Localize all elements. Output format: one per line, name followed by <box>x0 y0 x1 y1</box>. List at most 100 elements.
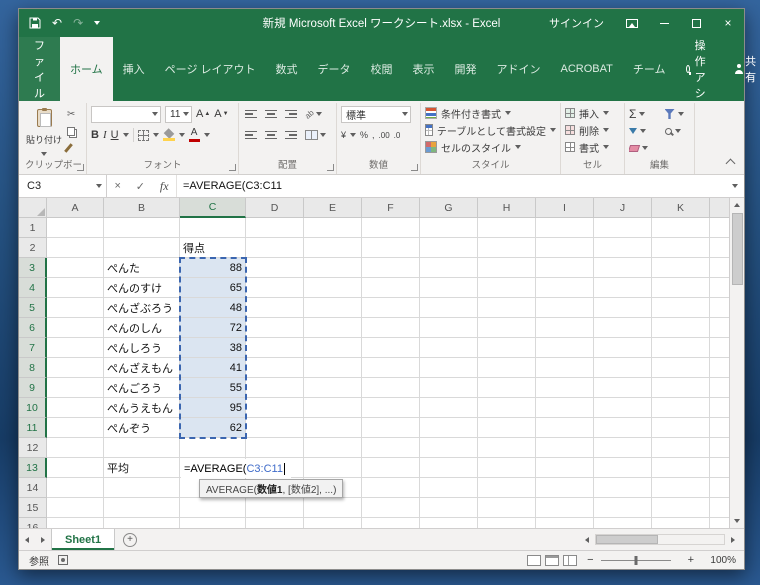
cell-F4[interactable] <box>362 278 420 298</box>
cell-I6[interactable] <box>536 318 594 338</box>
cell-J6[interactable] <box>594 318 652 338</box>
cell-K13[interactable] <box>652 458 710 478</box>
cell-J11[interactable] <box>594 418 652 438</box>
cell-C1[interactable] <box>180 218 246 238</box>
cell-F1[interactable] <box>362 218 420 238</box>
row-header-6[interactable]: 6 <box>19 318 47 338</box>
cell-H8[interactable] <box>478 358 536 378</box>
cell-B4[interactable]: ぺんのすけ <box>104 278 180 298</box>
cell-K14[interactable] <box>652 478 710 498</box>
column-header-E[interactable]: E <box>304 198 362 218</box>
cell-E15[interactable] <box>304 498 362 518</box>
currency-format-button[interactable]: ¥ <box>341 130 346 140</box>
column-header-J[interactable]: J <box>594 198 652 218</box>
orientation-button[interactable]: ab <box>303 108 324 120</box>
cell-F5[interactable] <box>362 298 420 318</box>
find-select-button[interactable] <box>664 124 691 138</box>
cut-button[interactable]: ✂ <box>67 107 75 121</box>
cell-H11[interactable] <box>478 418 536 438</box>
cell-partial5[interactable] <box>710 298 729 318</box>
cell-D16[interactable] <box>246 518 304 528</box>
ribbon-tab[interactable]: 数式 <box>266 37 308 101</box>
minimize-button[interactable] <box>648 9 680 37</box>
cell-I8[interactable] <box>536 358 594 378</box>
cell-C2[interactable]: 得点 <box>180 238 246 258</box>
name-box[interactable]: C3 <box>19 175 107 197</box>
qat-customize-button[interactable] <box>94 21 101 25</box>
redo-button[interactable]: ↷ <box>73 16 83 30</box>
horizontal-scrollbar-track[interactable] <box>595 534 725 545</box>
cell-J3[interactable] <box>594 258 652 278</box>
cell-A9[interactable] <box>47 378 104 398</box>
row-header-5[interactable]: 5 <box>19 298 47 318</box>
cell-D12[interactable] <box>246 438 304 458</box>
sign-in-button[interactable]: サインイン <box>537 15 616 31</box>
cell-E16[interactable] <box>304 518 362 528</box>
cell-A11[interactable] <box>47 418 104 438</box>
cell-G16[interactable] <box>420 518 478 528</box>
column-header-G[interactable]: G <box>420 198 478 218</box>
cell-H9[interactable] <box>478 378 536 398</box>
cell-G12[interactable] <box>420 438 478 458</box>
cell-J7[interactable] <box>594 338 652 358</box>
cell-partial13[interactable] <box>710 458 729 478</box>
cell-D7[interactable] <box>246 338 304 358</box>
cell-D5[interactable] <box>246 298 304 318</box>
formula-bar-expand-button[interactable] <box>726 175 744 197</box>
insert-cells-button[interactable]: 挿入 <box>565 105 620 121</box>
cell-D15[interactable] <box>246 498 304 518</box>
row-header-3[interactable]: 3 <box>19 258 47 278</box>
cell-B11[interactable]: ぺんぞう <box>104 418 180 438</box>
cell-B13[interactable]: 平均 <box>104 458 180 478</box>
enter-button[interactable]: ✓ <box>136 180 145 193</box>
zoom-level[interactable]: 100% <box>702 555 736 566</box>
cell-J12[interactable] <box>594 438 652 458</box>
editing-cell[interactable]: =AVERAGE(C3:C11 <box>181 459 291 478</box>
share-button[interactable]: 共有 <box>720 37 760 101</box>
cell-A5[interactable] <box>47 298 104 318</box>
cell-F2[interactable] <box>362 238 420 258</box>
cell-G6[interactable] <box>420 318 478 338</box>
cell-I4[interactable] <box>536 278 594 298</box>
conditional-formatting-button[interactable]: 条件付き書式 <box>425 105 556 121</box>
cell-partial14[interactable] <box>710 478 729 498</box>
page-break-view-button[interactable] <box>563 554 578 566</box>
column-header-F[interactable]: F <box>362 198 420 218</box>
font-name-combobox[interactable] <box>91 105 161 123</box>
cell-D1[interactable] <box>246 218 304 238</box>
align-left-button[interactable] <box>243 130 259 141</box>
fill-color-button[interactable] <box>162 129 175 141</box>
cell-partial4[interactable] <box>710 278 729 298</box>
cell-K3[interactable] <box>652 258 710 278</box>
cell-A2[interactable] <box>47 238 104 258</box>
cell-E2[interactable] <box>304 238 362 258</box>
cell-K7[interactable] <box>652 338 710 358</box>
cell-J1[interactable] <box>594 218 652 238</box>
vertical-scrollbar[interactable] <box>729 198 744 528</box>
cell-D10[interactable] <box>246 398 304 418</box>
cell-C8[interactable]: 41 <box>180 358 246 378</box>
macro-record-button[interactable] <box>58 555 68 565</box>
ribbon-display-options-button[interactable] <box>616 9 648 37</box>
align-top-button[interactable] <box>243 109 259 120</box>
cell-D2[interactable] <box>246 238 304 258</box>
cell-partial15[interactable] <box>710 498 729 518</box>
cell-C11[interactable]: 62 <box>180 418 246 438</box>
cell-H1[interactable] <box>478 218 536 238</box>
cell-E4[interactable] <box>304 278 362 298</box>
ribbon-tab[interactable]: データ <box>308 37 361 101</box>
insert-function-button[interactable]: fx <box>160 179 169 194</box>
cell-D4[interactable] <box>246 278 304 298</box>
column-header-partial[interactable] <box>710 198 729 218</box>
percent-format-button[interactable]: % <box>360 130 368 140</box>
scroll-right-button[interactable] <box>725 536 741 543</box>
cell-partial1[interactable] <box>710 218 729 238</box>
cell-C7[interactable]: 38 <box>180 338 246 358</box>
cell-G8[interactable] <box>420 358 478 378</box>
zoom-slider-thumb[interactable] <box>634 555 638 565</box>
cell-styles-button[interactable]: セルのスタイル <box>425 139 556 155</box>
cell-I13[interactable] <box>536 458 594 478</box>
cell-F12[interactable] <box>362 438 420 458</box>
cell-F6[interactable] <box>362 318 420 338</box>
row-header-10[interactable]: 10 <box>19 398 47 418</box>
